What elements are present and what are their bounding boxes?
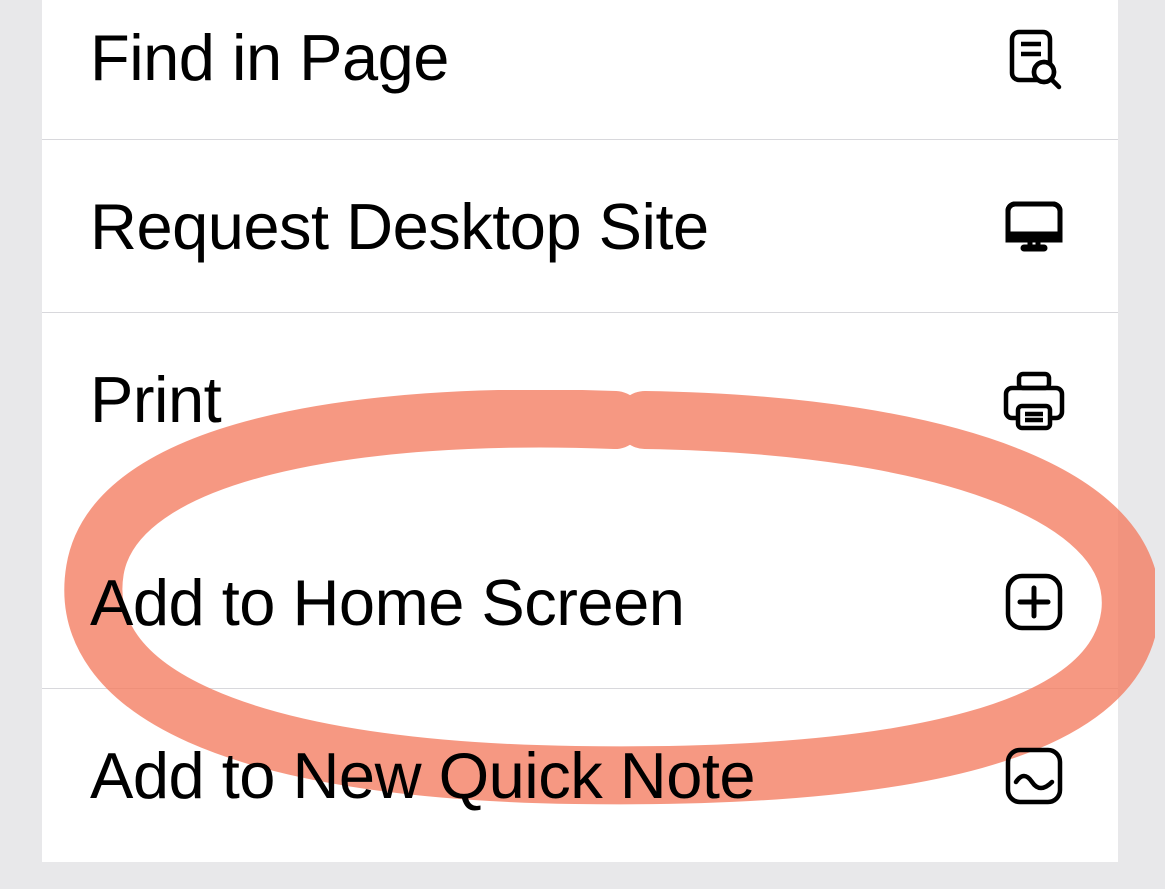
add-square-icon bbox=[998, 566, 1070, 638]
menu-item-label: Add to New Quick Note bbox=[90, 738, 755, 813]
menu-item-find-in-page[interactable]: Find in Page bbox=[42, 0, 1118, 140]
menu-item-add-home-screen[interactable]: Add to Home Screen bbox=[42, 516, 1118, 689]
menu-item-label: Print bbox=[90, 362, 221, 437]
menu-section-add-actions: Add to Home Screen Add to New Quick Note bbox=[42, 516, 1118, 862]
share-menu: Find in Page Request Desktop Site bbox=[42, 0, 1118, 862]
menu-item-request-desktop[interactable]: Request Desktop Site bbox=[42, 140, 1118, 313]
desktop-icon bbox=[998, 190, 1070, 262]
quick-note-icon bbox=[998, 740, 1070, 812]
find-in-page-icon bbox=[998, 22, 1070, 94]
menu-item-label: Add to Home Screen bbox=[90, 565, 684, 640]
menu-item-add-quick-note[interactable]: Add to New Quick Note bbox=[42, 689, 1118, 862]
menu-section-page-actions: Find in Page Request Desktop Site bbox=[42, 0, 1118, 486]
printer-icon bbox=[998, 364, 1070, 436]
menu-item-label: Find in Page bbox=[90, 20, 449, 95]
menu-item-print[interactable]: Print bbox=[42, 313, 1118, 486]
menu-item-label: Request Desktop Site bbox=[90, 189, 709, 264]
